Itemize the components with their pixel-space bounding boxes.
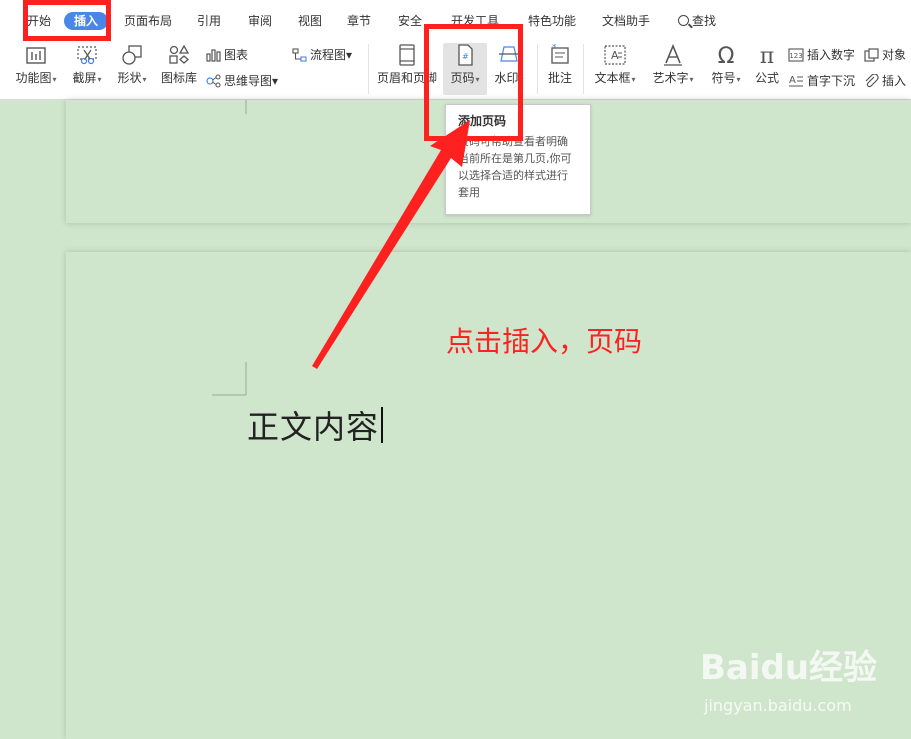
watermark-url: jingyan.baidu.com xyxy=(704,696,852,715)
annotation-arrow xyxy=(312,120,470,369)
annotation-text: 点击插入，页码 xyxy=(446,325,643,358)
baidu-watermark: Baidu经验 jingyan.baidu.com xyxy=(700,640,900,725)
watermark-logo: Baidu经验 xyxy=(700,648,878,688)
